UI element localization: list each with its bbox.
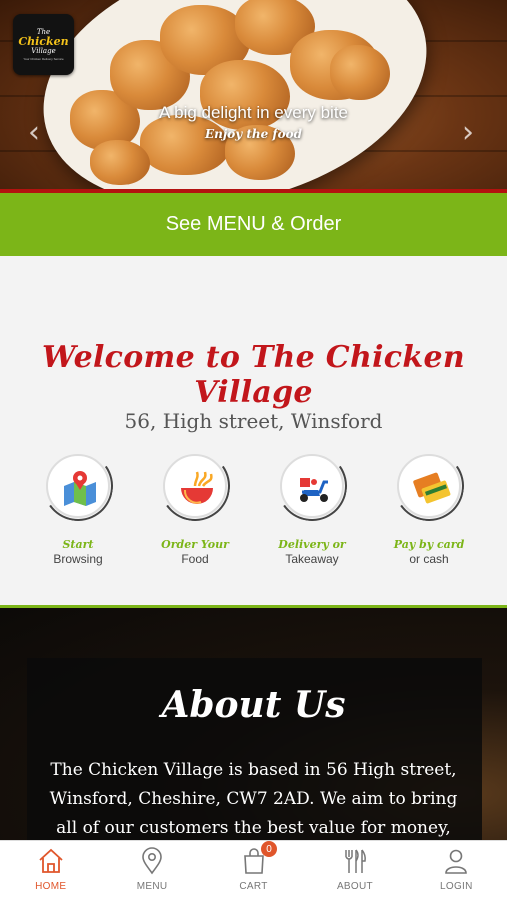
slide-subtitle: Enjoy the food bbox=[204, 127, 302, 141]
about-text: The Chicken Village is based in 56 High … bbox=[49, 760, 458, 838]
see-menu-order-button[interactable]: See MENU & Order bbox=[0, 193, 507, 256]
tab-label: LOGIN bbox=[440, 881, 473, 892]
tab-menu[interactable]: MENU bbox=[101, 841, 202, 901]
map-pin-icon bbox=[64, 471, 96, 506]
hero-slider[interactable]: The Chicken Village Your Chicken Deliver… bbox=[0, 0, 507, 192]
feature-start-browsing[interactable]: Start Browsing bbox=[33, 454, 123, 566]
feature-icon-circle bbox=[163, 454, 227, 518]
prev-slide-icon[interactable]: ‹ bbox=[28, 118, 40, 148]
user-icon bbox=[445, 849, 468, 874]
feature-subtitle: Food bbox=[181, 552, 209, 566]
store-address: 56, High street, Winsford bbox=[124, 409, 383, 433]
welcome-section: Welcome to The Chicken Village 56, High … bbox=[0, 256, 507, 605]
bottom-tab-bar: HOME MENU CART ABOUT LOGIN bbox=[0, 840, 507, 901]
feature-icon-circle bbox=[397, 454, 461, 518]
tab-label: CART bbox=[239, 881, 268, 892]
chicken-piece bbox=[140, 115, 230, 175]
feature-subtitle: or cash bbox=[409, 552, 449, 566]
feature-subtitle: Browsing bbox=[53, 552, 103, 566]
feature-order-food[interactable]: Order Your Food bbox=[150, 454, 240, 566]
food-bowl-icon bbox=[181, 471, 213, 504]
feature-delivery-takeaway[interactable]: Delivery or Takeaway bbox=[267, 454, 357, 566]
cart-count-badge: 0 bbox=[261, 841, 277, 857]
logo-line: Chicken bbox=[18, 35, 69, 48]
home-icon bbox=[39, 848, 63, 873]
logo-tagline: Your Chicken Delivery Service bbox=[23, 57, 64, 61]
tab-label: HOME bbox=[35, 881, 67, 892]
feature-title: Pay by card bbox=[393, 538, 465, 551]
tab-login[interactable]: LOGIN bbox=[406, 841, 507, 901]
feature-icon-circle bbox=[46, 454, 110, 518]
slide-title: A big delight in every bite bbox=[158, 103, 348, 122]
tab-label: MENU bbox=[136, 881, 168, 892]
brand-logo[interactable]: The Chicken Village Your Chicken Deliver… bbox=[13, 14, 74, 75]
next-slide-icon[interactable]: › bbox=[462, 118, 474, 148]
welcome-title: Welcome to The Chicken Village bbox=[42, 340, 465, 410]
feature-title: Delivery or bbox=[278, 538, 346, 551]
feature-pay-card-cash[interactable]: Pay by card or cash bbox=[384, 454, 474, 566]
tab-home[interactable]: HOME bbox=[0, 841, 101, 901]
chicken-piece bbox=[90, 140, 150, 185]
chicken-piece bbox=[330, 45, 390, 100]
about-title: About Us bbox=[161, 684, 346, 726]
cutlery-icon bbox=[345, 849, 366, 873]
feature-title: Start bbox=[62, 538, 94, 551]
tab-label: ABOUT bbox=[336, 881, 373, 892]
feature-icon-circle bbox=[280, 454, 344, 518]
feature-title: Order Your bbox=[161, 538, 229, 551]
payment-card-icon bbox=[413, 472, 451, 504]
tab-about[interactable]: ABOUT bbox=[304, 841, 405, 901]
feature-subtitle: Takeaway bbox=[285, 552, 339, 566]
logo-line: Village bbox=[31, 47, 56, 55]
location-pin-icon bbox=[142, 847, 162, 875]
tab-cart[interactable]: CART bbox=[203, 841, 304, 901]
scooter-icon bbox=[300, 478, 328, 502]
